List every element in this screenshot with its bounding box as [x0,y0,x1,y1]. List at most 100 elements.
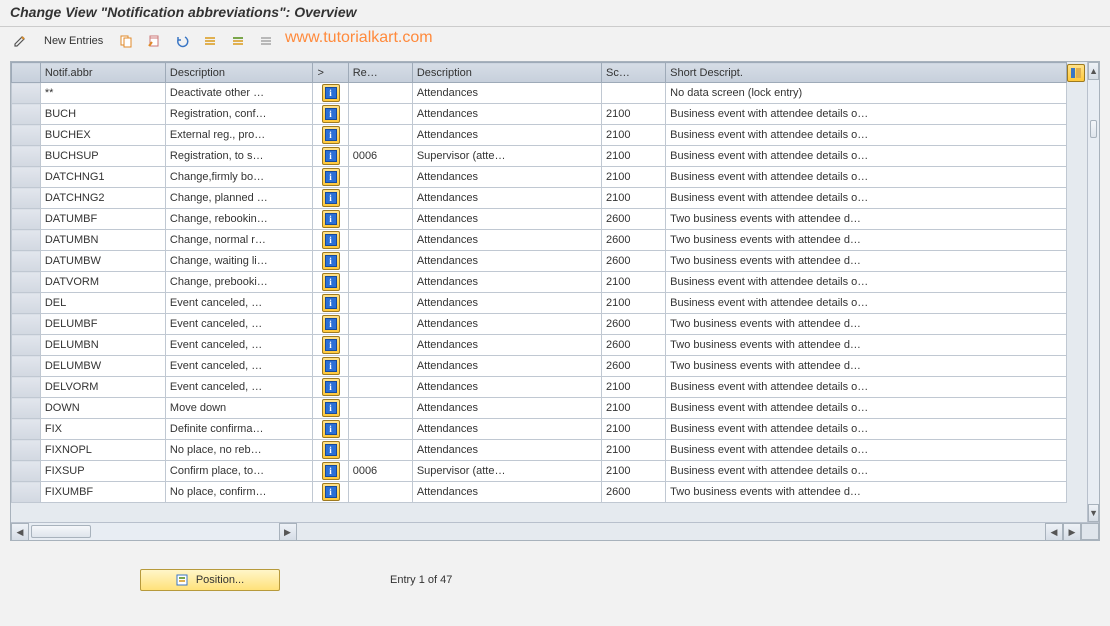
row-selector[interactable] [12,251,41,272]
info-icon[interactable]: i [322,378,340,396]
cell-desc1[interactable]: Definite confirma… [165,419,313,440]
cell-sc[interactable] [602,83,666,104]
cell-re[interactable] [348,377,412,398]
cell-short[interactable]: Business event with attendee details o… [666,167,1067,188]
row-selector[interactable] [12,335,41,356]
table-row[interactable]: DATUMBNChange, normal r…iAttendances2600… [12,230,1067,251]
info-icon[interactable]: i [322,252,340,270]
table-row[interactable]: DATCHNG2Change, planned …iAttendances210… [12,188,1067,209]
table-row[interactable]: BUCHEXExternal reg., pro…iAttendances210… [12,125,1067,146]
cell-sc[interactable]: 2100 [602,461,666,482]
deselect-all-icon[interactable] [255,31,277,51]
cell-re[interactable] [348,440,412,461]
cell-short[interactable]: Business event with attendee details o… [666,440,1067,461]
cell-short[interactable]: Business event with attendee details o… [666,272,1067,293]
row-selector[interactable] [12,356,41,377]
scroll-down-button[interactable]: ▼ [1088,504,1099,522]
cell-sc[interactable]: 2600 [602,230,666,251]
cell-abbr[interactable]: BUCHEX [40,125,165,146]
table-row[interactable]: DOWNMove downiAttendances2100Business ev… [12,398,1067,419]
cell-sc[interactable]: 2100 [602,146,666,167]
cell-abbr[interactable]: DOWN [40,398,165,419]
cell-abbr[interactable]: DATVORM [40,272,165,293]
scroll-track[interactable] [1088,80,1099,504]
cell-re[interactable] [348,482,412,503]
cell-desc2[interactable]: Attendances [412,419,601,440]
cell-short[interactable]: Business event with attendee details o… [666,125,1067,146]
position-button[interactable]: Position... [140,569,280,591]
scroll-left-button[interactable]: ◀ [11,523,29,540]
cell-desc1[interactable]: Deactivate other … [165,83,313,104]
cell-desc2[interactable]: Attendances [412,482,601,503]
cell-desc2[interactable]: Attendances [412,125,601,146]
cell-desc1[interactable]: Event canceled, … [165,335,313,356]
cell-abbr[interactable]: DATUMBN [40,230,165,251]
info-icon[interactable]: i [322,357,340,375]
row-selector[interactable] [12,209,41,230]
cell-desc2[interactable]: Attendances [412,272,601,293]
col-short[interactable]: Short Descript. [666,63,1067,83]
cell-desc1[interactable]: No place, confirm… [165,482,313,503]
cell-abbr[interactable]: DELUMBF [40,314,165,335]
cell-desc2[interactable]: Attendances [412,440,601,461]
cell-abbr[interactable]: DATUMBW [40,251,165,272]
cell-re[interactable] [348,314,412,335]
info-icon[interactable]: i [322,189,340,207]
cell-short[interactable]: Two business events with attendee d… [666,482,1067,503]
cell-short[interactable]: No data screen (lock entry) [666,83,1067,104]
cell-desc1[interactable]: Registration, conf… [165,104,313,125]
cell-desc1[interactable]: External reg., pro… [165,125,313,146]
table-row[interactable]: FIXSUPConfirm place, to…i0006Supervisor … [12,461,1067,482]
table-row[interactable]: DELUMBWEvent canceled, …iAttendances2600… [12,356,1067,377]
cell-short[interactable]: Two business events with attendee d… [666,335,1067,356]
cell-abbr[interactable]: FIXNOPL [40,440,165,461]
cell-re[interactable] [348,398,412,419]
cell-desc1[interactable]: No place, no reb… [165,440,313,461]
undo-icon[interactable] [171,31,193,51]
col-desc1[interactable]: Description [165,63,313,83]
cell-desc2[interactable]: Attendances [412,314,601,335]
new-entries-button[interactable]: New Entries [38,33,109,49]
table-row[interactable]: FIXUMBFNo place, confirm…iAttendances260… [12,482,1067,503]
cell-desc2[interactable]: Attendances [412,251,601,272]
cell-desc2[interactable]: Attendances [412,356,601,377]
cell-desc1[interactable]: Event canceled, … [165,314,313,335]
cell-re[interactable] [348,293,412,314]
copy-icon[interactable] [115,31,137,51]
delete-icon[interactable] [143,31,165,51]
row-selector[interactable] [12,377,41,398]
cell-abbr[interactable]: DELUMBN [40,335,165,356]
cell-desc2[interactable]: Supervisor (atte… [412,146,601,167]
table-row[interactable]: DELEvent canceled, …iAttendances2100Busi… [12,293,1067,314]
scroll-thumb[interactable] [1090,120,1097,138]
cell-short[interactable]: Two business events with attendee d… [666,314,1067,335]
cell-sc[interactable]: 2100 [602,272,666,293]
info-icon[interactable]: i [322,210,340,228]
cell-desc1[interactable]: Change, planned … [165,188,313,209]
col-re[interactable]: Re… [348,63,412,83]
row-selector[interactable] [12,104,41,125]
cell-short[interactable]: Business event with attendee details o… [666,398,1067,419]
cell-abbr[interactable]: FIXSUP [40,461,165,482]
row-selector[interactable] [12,83,41,104]
cell-abbr[interactable]: FIXUMBF [40,482,165,503]
info-icon[interactable]: i [322,336,340,354]
cell-sc[interactable]: 2600 [602,356,666,377]
cell-sc[interactable]: 2100 [602,377,666,398]
row-selector[interactable] [12,482,41,503]
cell-sc[interactable]: 2600 [602,251,666,272]
row-selector[interactable] [12,230,41,251]
cell-re[interactable] [348,356,412,377]
cell-desc1[interactable]: Registration, to s… [165,146,313,167]
cell-sc[interactable]: 2600 [602,314,666,335]
cell-abbr[interactable]: DATUMBF [40,209,165,230]
info-icon[interactable]: i [322,294,340,312]
info-icon[interactable]: i [322,483,340,501]
table-row[interactable]: **Deactivate other …iAttendancesNo data … [12,83,1067,104]
cell-re[interactable]: 0006 [348,461,412,482]
cell-desc1[interactable]: Confirm place, to… [165,461,313,482]
col-info[interactable]: > [313,63,348,83]
cell-short[interactable]: Business event with attendee details o… [666,377,1067,398]
row-selector[interactable] [12,398,41,419]
cell-desc1[interactable]: Move down [165,398,313,419]
